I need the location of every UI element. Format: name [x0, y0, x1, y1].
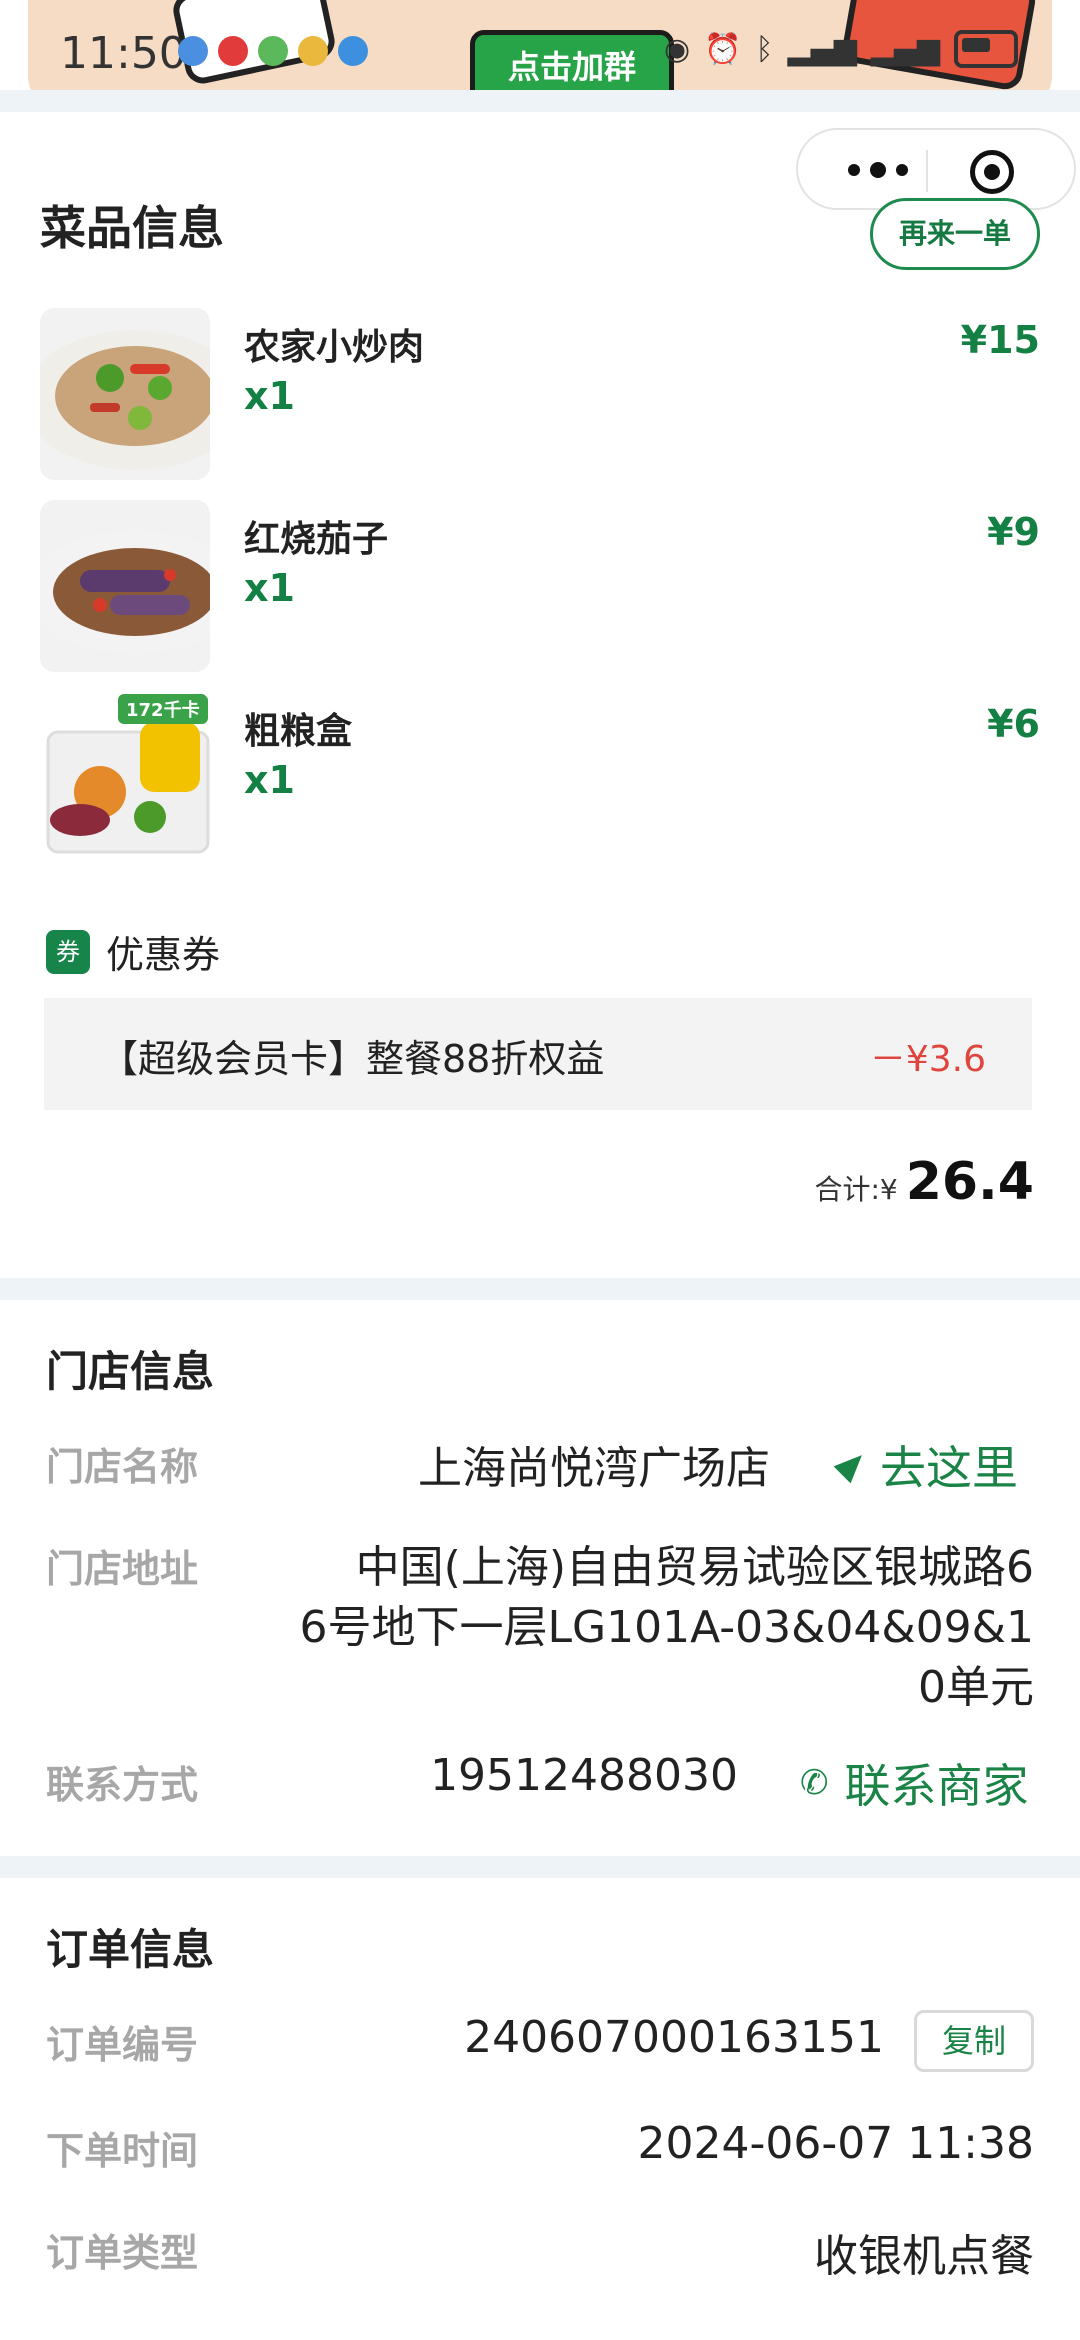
coupon-header: 券 优惠券: [46, 924, 220, 979]
status-bar: 11:50 ◉ ⏰ ᛒ ▂▄▆ ▂▄▆: [0, 0, 1080, 104]
media-icon: [298, 36, 328, 66]
eye-icon: ◉: [664, 31, 691, 67]
copy-order-number-button[interactable]: 复制: [914, 2010, 1034, 2072]
contact-label: 联系方式: [46, 1763, 199, 1807]
coupon-detail: 【超级会员卡】整餐88折权益 －¥3.6: [44, 998, 1032, 1110]
weibo-icon: [218, 36, 248, 66]
coupon-discount-amount: －¥3.6: [869, 1039, 986, 1080]
address-line: 6号地下一层LG101A-03&04&09&1: [299, 1602, 1035, 1653]
dish-image: 172千卡: [40, 692, 210, 864]
navigate-label: 去这里: [880, 1441, 1018, 1495]
signal-icon: ▂▄▆: [787, 31, 857, 67]
app-notification-icon: [178, 36, 208, 66]
dishes-section-title: 菜品信息: [40, 201, 224, 255]
coupon-description: 【超级会员卡】整餐88折权益: [100, 1037, 605, 1081]
wechat-icon: [258, 36, 288, 66]
dish-name: 粗粮盒: [244, 711, 353, 752]
store-address-label: 门店地址: [46, 1547, 199, 1591]
navigation-arrow-icon: [833, 1446, 871, 1484]
address-line: 0单元: [918, 1662, 1034, 1713]
dish-image: [40, 308, 210, 480]
bluetooth-icon: ᛒ: [755, 31, 774, 67]
dish-item: 红烧茄子 x1 ¥9: [40, 500, 1040, 672]
notification-icons: [178, 36, 368, 66]
close-miniprogram-icon[interactable]: [970, 150, 1014, 194]
coupon-label: 优惠券: [106, 933, 221, 977]
dish-name: 农家小炒肉: [244, 327, 425, 368]
dish-item: 农家小炒肉 x1 ¥15: [40, 308, 1040, 480]
dish-price: ¥15: [960, 318, 1040, 362]
system-icons: ◉ ⏰ ᛒ ▂▄▆ ▂▄▆: [664, 30, 1018, 68]
dish-item: 172千卡 粗粮盒 x1 ¥6: [40, 692, 1040, 864]
order-time-label: 下单时间: [46, 2129, 199, 2173]
order-time-value: 2024-06-07 11:38: [637, 2118, 1035, 2169]
total-label: 合计:¥: [814, 1173, 898, 1206]
store-name-label: 门店名称: [46, 1445, 199, 1489]
reorder-button[interactable]: 再来一单: [870, 198, 1040, 270]
order-number-label: 订单编号: [46, 2023, 199, 2067]
navigate-link[interactable]: 去这里: [833, 1432, 1018, 1498]
status-time: 11:50: [60, 28, 187, 79]
coupon-icon: 券: [46, 929, 90, 974]
order-type-label: 订单类型: [46, 2231, 199, 2275]
wifi-share-icon: [338, 36, 368, 66]
battery-icon: [953, 30, 1018, 68]
order-type-value: 收银机点餐: [814, 2231, 1034, 2282]
dish-quantity: x1: [244, 374, 295, 418]
capsule-divider: [926, 150, 928, 192]
signal-icon-2: ▂▄▆: [870, 31, 940, 67]
dish-price: ¥9: [987, 510, 1040, 554]
alarm-icon: ⏰: [704, 31, 742, 67]
section-divider: [0, 1856, 1080, 1878]
address-line: 中国(上海)自由贸易试验区银城路6: [355, 1542, 1034, 1593]
contact-merchant-label: 联系商家: [844, 1759, 1029, 1813]
section-divider: [0, 1278, 1080, 1300]
dish-name: 红烧茄子: [244, 519, 389, 560]
order-section-title: 订单信息: [46, 1925, 215, 1974]
calorie-tag: 172千卡: [118, 694, 208, 724]
section-divider: [0, 90, 1080, 112]
store-address-value: 中国(上海)自由贸易试验区银城路6 6号地下一层LG101A-03&04&09&…: [254, 1538, 1035, 1718]
dish-price: ¥6: [987, 702, 1040, 746]
dish-image: [40, 500, 210, 672]
total-value: 26.4: [905, 1152, 1034, 1212]
dish-quantity: x1: [244, 566, 295, 610]
dish-quantity: x1: [244, 758, 295, 802]
more-options-icon[interactable]: [838, 148, 918, 192]
phone-icon: ✆: [800, 1763, 829, 1803]
store-name-value: 上海尚悦湾广场店: [418, 1443, 770, 1494]
order-total: 合计:¥ 26.4: [814, 1152, 1034, 1212]
store-section-title: 门店信息: [46, 1347, 215, 1396]
contact-phone[interactable]: 19512488030: [430, 1750, 738, 1801]
order-number-value: 240607000163151: [464, 2012, 884, 2063]
contact-merchant-link[interactable]: ✆ 联系商家: [800, 1750, 1029, 1816]
